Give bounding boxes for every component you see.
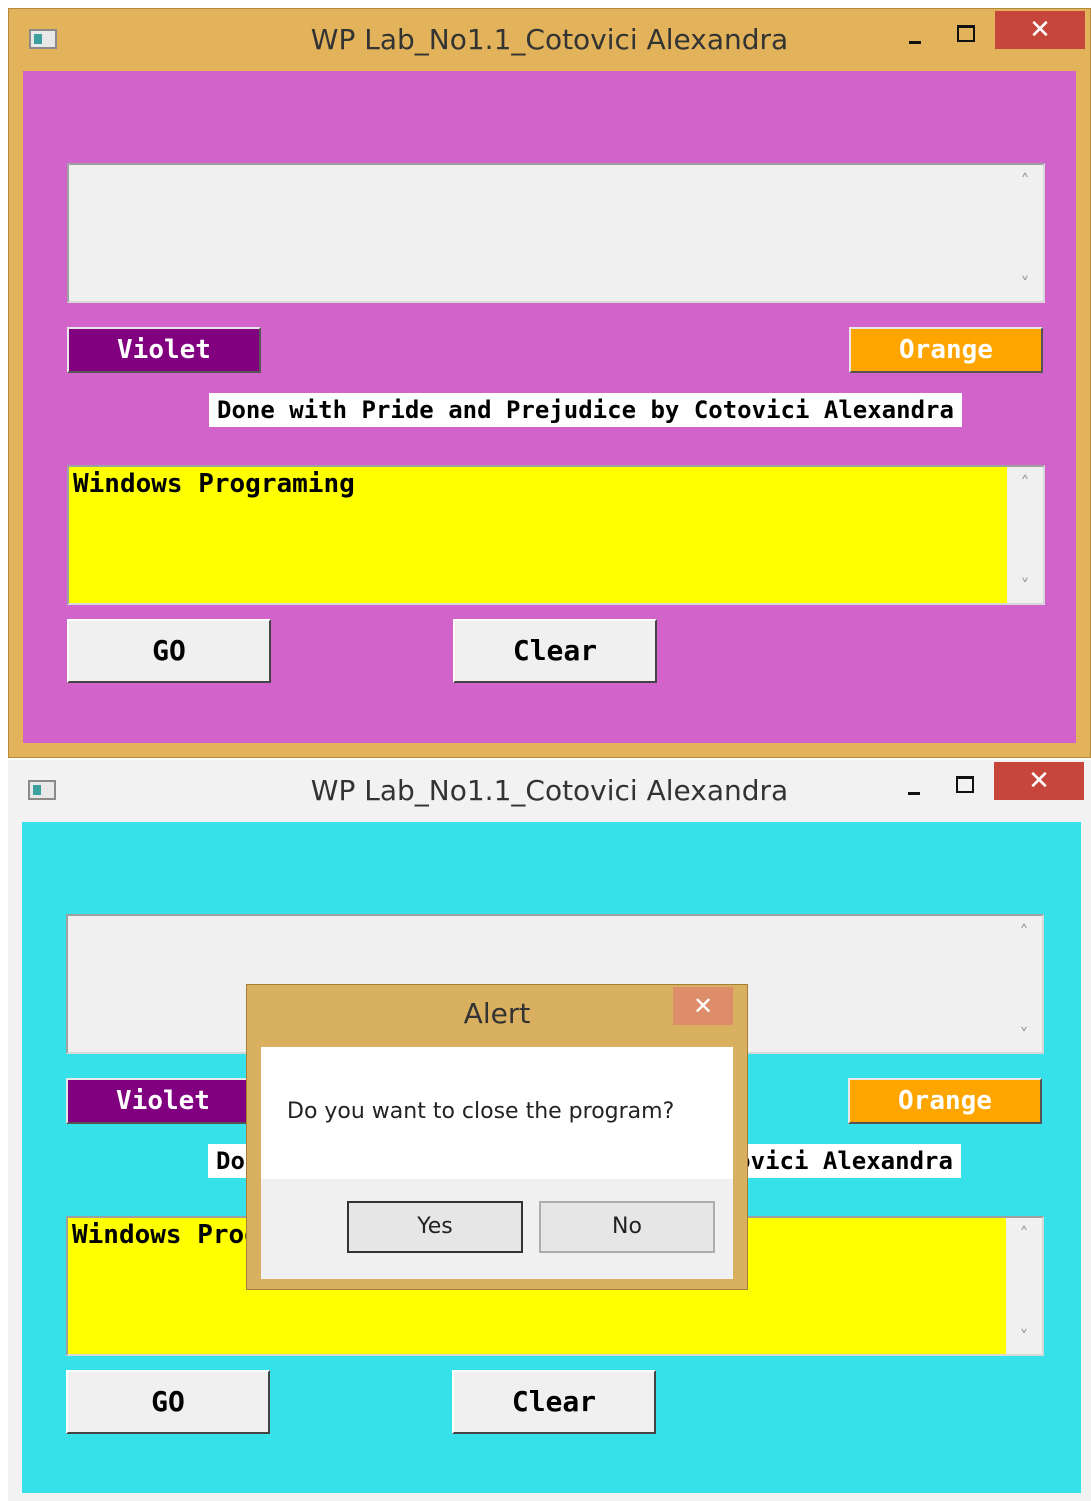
violet-button[interactable]: Violet — [66, 1078, 260, 1124]
scrollbar[interactable]: ˄ ˅ — [1007, 165, 1043, 301]
clear-button[interactable]: Clear — [452, 1370, 656, 1434]
client-area: ˄ ˅ Violet Orange Done with Pride and Pr… — [23, 71, 1076, 743]
alert-title: Alert — [463, 997, 531, 1030]
yes-button[interactable]: Yes — [347, 1201, 523, 1253]
scroll-down-icon[interactable]: ˅ — [1007, 274, 1043, 295]
go-button[interactable]: GO — [67, 619, 271, 683]
alert-message: Do you want to close the program? — [287, 1099, 675, 1124]
scroll-up-icon[interactable]: ˄ — [1006, 1224, 1042, 1245]
scroll-down-icon[interactable]: ˅ — [1007, 576, 1043, 597]
maximize-button[interactable] — [950, 772, 980, 796]
no-button[interactable]: No — [539, 1201, 715, 1253]
maximize-button[interactable] — [951, 21, 981, 45]
scrollbar[interactable]: ˄ ˅ — [1006, 916, 1042, 1052]
minimize-button[interactable] — [900, 782, 928, 804]
alert-dialog: Alert ✕ Do you want to close the program… — [246, 984, 748, 1290]
alert-close-button[interactable]: ✕ — [673, 987, 733, 1025]
minimize-button[interactable] — [901, 31, 929, 53]
title-bar[interactable]: WP Lab_No1.1_Cotovici Alexandra ✕ — [8, 760, 1091, 820]
bottom-text-area[interactable]: Windows Programing ˄ ˅ — [67, 465, 1045, 605]
window-title: WP Lab_No1.1_Cotovici Alexandra — [310, 774, 789, 807]
scroll-down-icon[interactable]: ˅ — [1006, 1327, 1042, 1348]
alert-footer: Yes No — [261, 1179, 733, 1279]
orange-button[interactable]: Orange — [849, 327, 1043, 373]
close-button[interactable]: ✕ — [995, 11, 1085, 49]
alert-body: Do you want to close the program? Yes No — [261, 1047, 733, 1279]
clear-button[interactable]: Clear — [453, 619, 657, 683]
orange-button[interactable]: Orange — [848, 1078, 1042, 1124]
scrollbar[interactable]: ˄ ˅ — [1007, 467, 1043, 603]
scroll-down-icon[interactable]: ˅ — [1006, 1025, 1042, 1046]
top-text-area[interactable]: ˄ ˅ — [67, 163, 1045, 303]
scrollbar[interactable]: ˄ ˅ — [1006, 1218, 1042, 1354]
violet-button[interactable]: Violet — [67, 327, 261, 373]
main-window-violet-state: WP Lab_No1.1_Cotovici Alexandra ✕ ˄ ˅ Vi… — [8, 8, 1091, 758]
title-bar[interactable]: WP Lab_No1.1_Cotovici Alexandra ✕ — [9, 9, 1090, 69]
author-caption: Done with Pride and Prejudice by Cotovic… — [209, 393, 962, 427]
scroll-up-icon[interactable]: ˄ — [1006, 922, 1042, 943]
go-button[interactable]: GO — [66, 1370, 270, 1434]
bottom-text-area-content: Windows Programing — [73, 469, 355, 499]
scroll-up-icon[interactable]: ˄ — [1007, 473, 1043, 494]
scroll-up-icon[interactable]: ˄ — [1007, 171, 1043, 192]
close-button[interactable]: ✕ — [994, 762, 1084, 800]
